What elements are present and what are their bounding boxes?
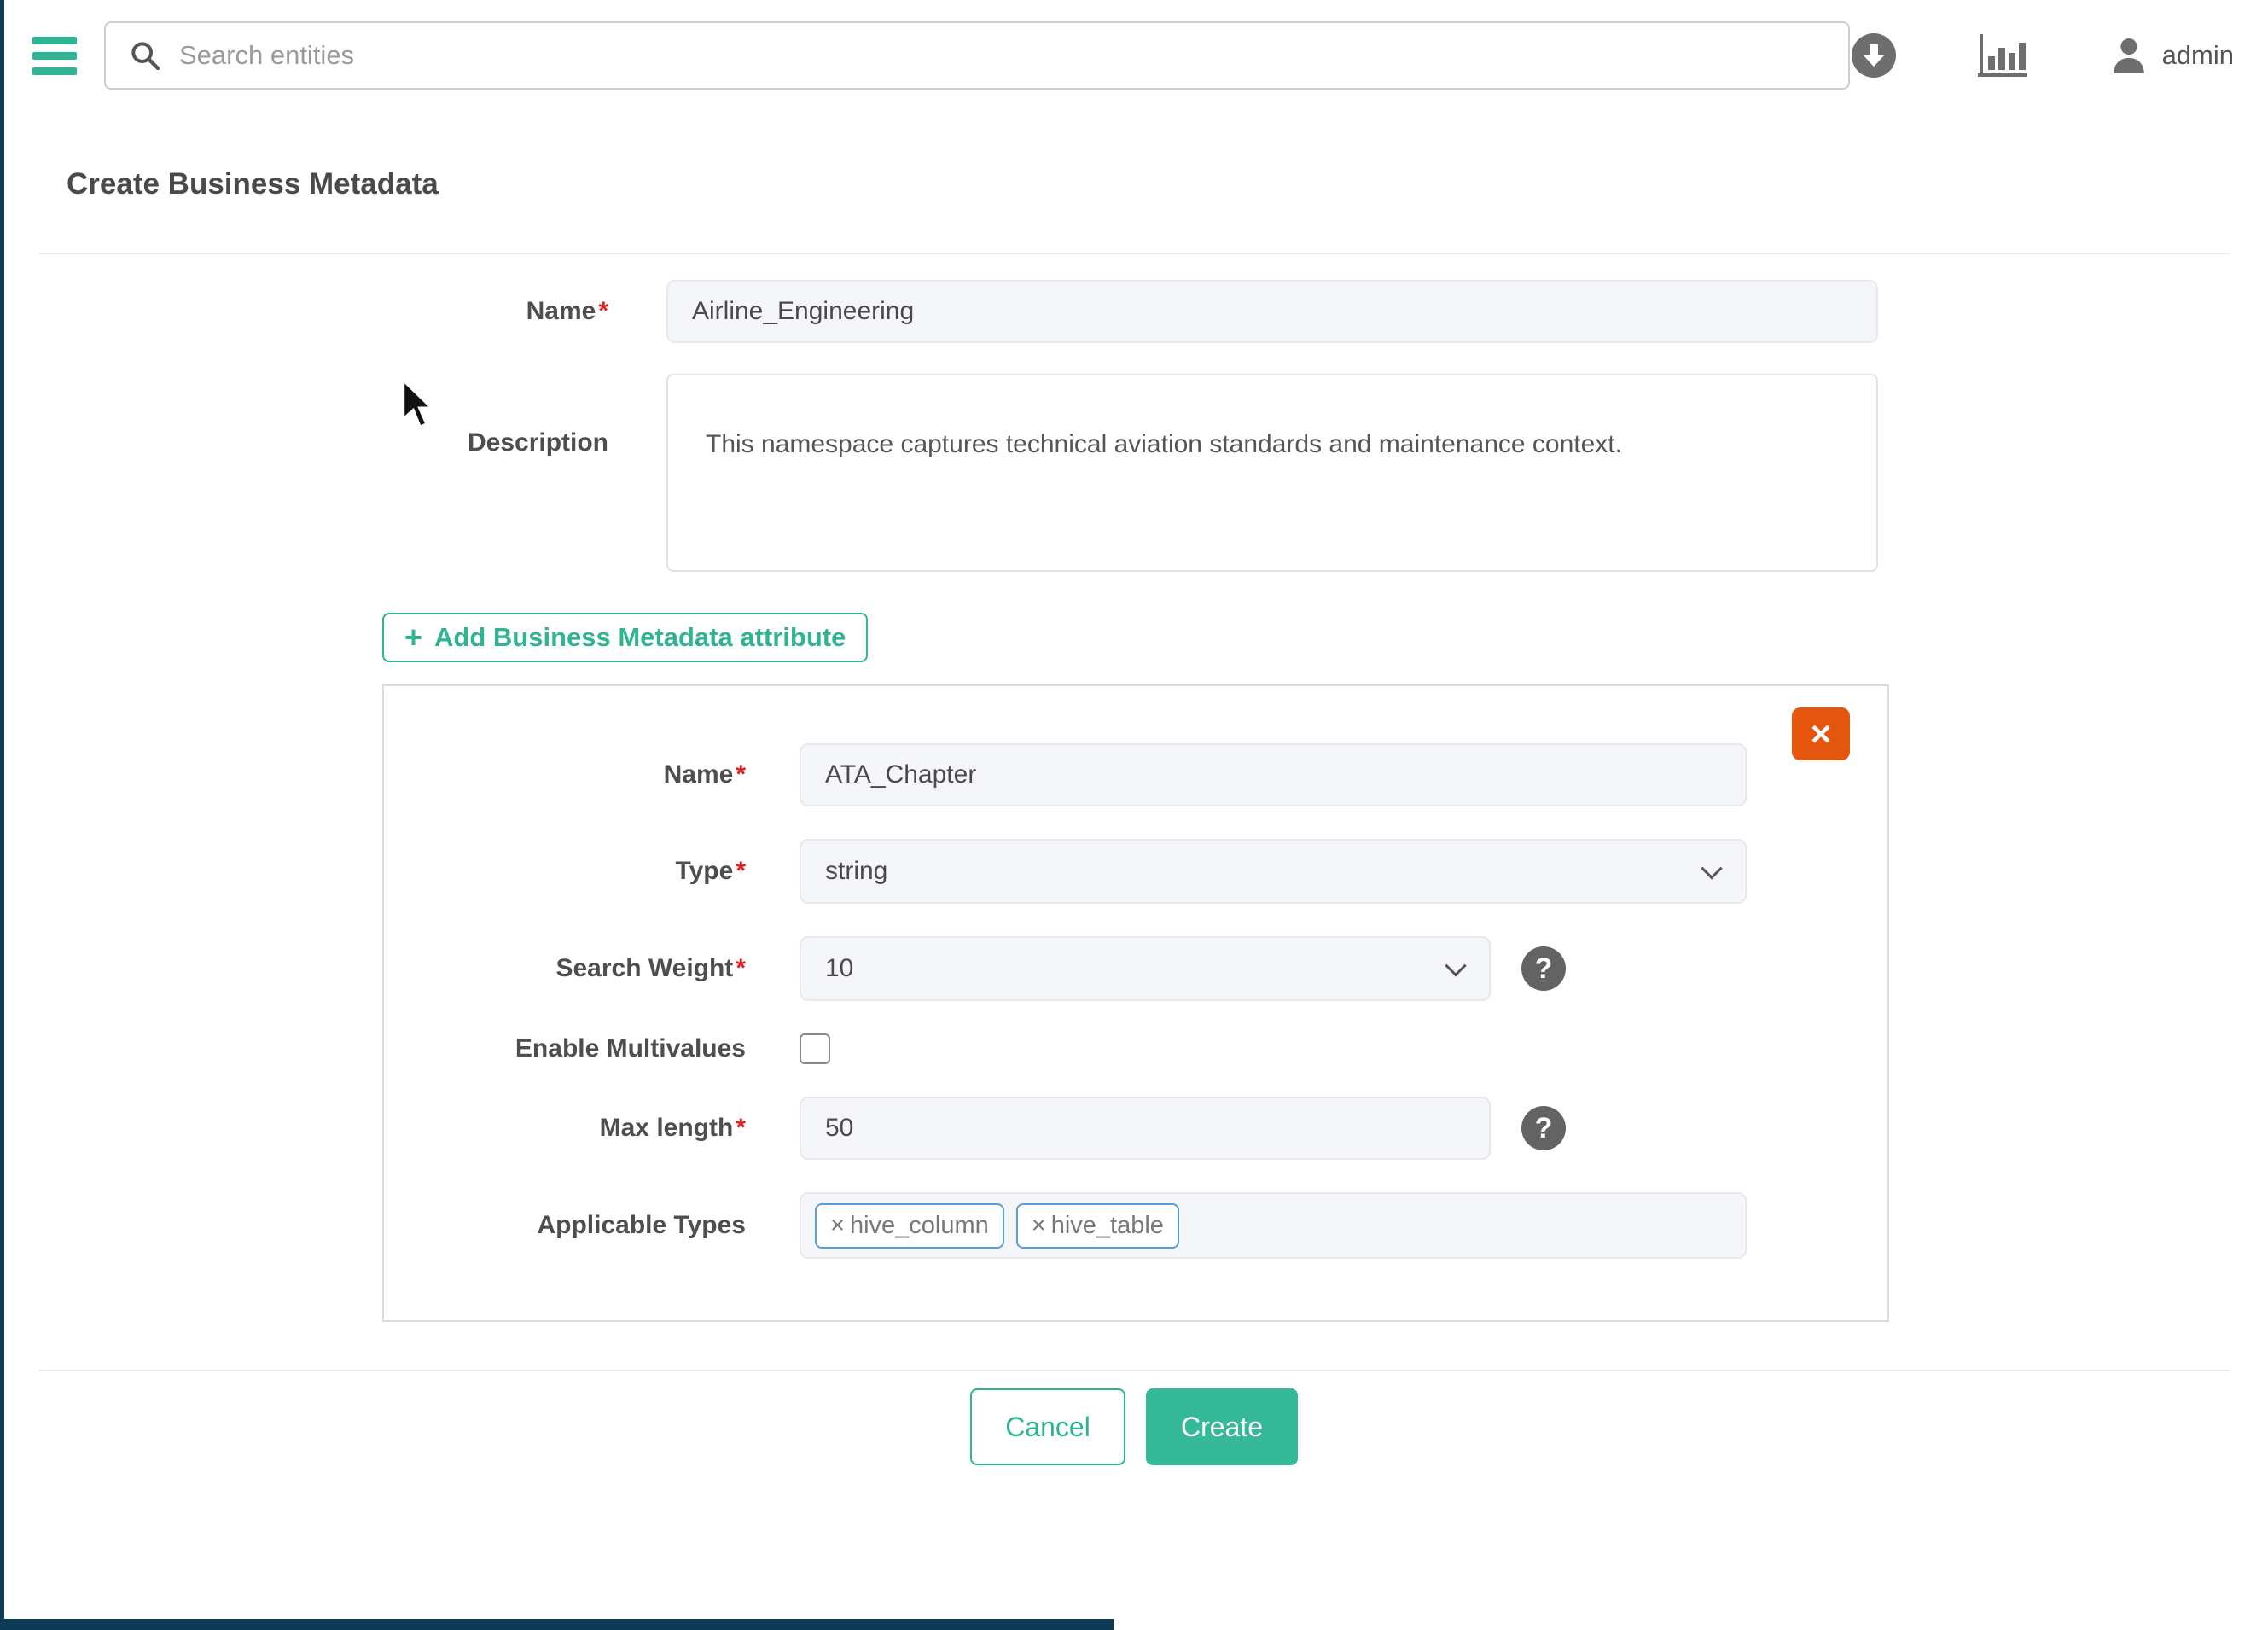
bar-chart-icon	[1976, 32, 2029, 79]
download-reports-button[interactable]	[1850, 32, 1898, 79]
entity-search-box[interactable]	[104, 21, 1850, 90]
applicable-type-chip: ×hive_table	[1016, 1203, 1179, 1249]
enable-multivalues-label: Enable Multivalues	[384, 1034, 746, 1063]
chip-label: hive_column	[850, 1212, 989, 1240]
add-attribute-label: Add Business Metadata attribute	[434, 622, 846, 653]
type-selected-value: string	[825, 857, 887, 886]
search-weight-select[interactable]: 10	[800, 936, 1491, 1001]
enable-multivalues-row: Enable Multivalues	[384, 1033, 1887, 1064]
cancel-button[interactable]: Cancel	[970, 1388, 1125, 1465]
form-actions: Cancel Create	[38, 1388, 2230, 1465]
max-length-help-icon[interactable]: ?	[1521, 1106, 1566, 1150]
search-weight-label: Search Weight*	[384, 954, 746, 983]
user-menu[interactable]: admin	[2108, 34, 2234, 77]
download-icon	[1850, 32, 1898, 79]
attribute-type-label: Type*	[384, 857, 746, 886]
attribute-name-row: Name*	[384, 743, 1887, 806]
title-divider	[38, 253, 2230, 254]
footer-divider	[38, 1370, 2230, 1371]
chip-remove-icon[interactable]: ×	[830, 1212, 845, 1240]
required-asterisk: *	[736, 1114, 746, 1142]
required-asterisk: *	[736, 954, 746, 982]
description-label: Description	[38, 428, 608, 457]
applicable-types-row: Applicable Types ×hive_column×hive_table	[384, 1192, 1887, 1259]
max-length-input[interactable]	[800, 1097, 1491, 1160]
applicable-types-label: Applicable Types	[384, 1211, 746, 1240]
chip-label: hive_table	[1051, 1212, 1164, 1240]
page-title: Create Business Metadata	[67, 167, 2230, 201]
sidebar-bottom-edge	[0, 1619, 1114, 1630]
chevron-down-icon	[1701, 858, 1722, 879]
name-input[interactable]	[666, 280, 1878, 343]
search-weight-row: Search Weight* 10 ?	[384, 936, 1887, 1001]
type-select[interactable]: string	[800, 839, 1747, 904]
remove-attribute-button[interactable]: ×	[1792, 707, 1850, 760]
attribute-name-input[interactable]	[800, 743, 1747, 806]
required-asterisk: *	[736, 857, 746, 885]
search-input[interactable]	[179, 40, 1826, 71]
max-length-label: Max length*	[384, 1114, 746, 1143]
name-label: Name*	[38, 297, 608, 326]
search-weight-help-icon[interactable]: ?	[1521, 946, 1566, 991]
attribute-panel: × Name* Type* string	[382, 684, 1889, 1322]
chip-remove-icon[interactable]: ×	[1032, 1212, 1046, 1240]
plus-icon: +	[404, 622, 422, 653]
create-button[interactable]: Create	[1146, 1388, 1298, 1465]
chevron-down-icon	[1445, 955, 1466, 976]
search-weight-selected-value: 10	[825, 954, 853, 983]
attribute-name-label: Name*	[384, 760, 746, 789]
required-asterisk: *	[736, 760, 746, 789]
user-icon	[2108, 34, 2150, 77]
description-row: Description This namespace captures tech…	[38, 374, 2230, 572]
attribute-type-row: Type* string	[384, 839, 1887, 904]
statistics-button[interactable]	[1976, 32, 2029, 79]
username-label: admin	[2162, 40, 2234, 71]
name-row: Name*	[38, 280, 2230, 343]
applicable-types-field[interactable]: ×hive_column×hive_table	[800, 1192, 1747, 1259]
search-icon	[128, 38, 162, 73]
hamburger-menu-icon[interactable]	[32, 37, 77, 75]
add-attribute-button[interactable]: + Add Business Metadata attribute	[382, 613, 868, 662]
enable-multivalues-checkbox[interactable]	[800, 1033, 830, 1064]
max-length-row: Max length* ?	[384, 1097, 1887, 1160]
required-asterisk: *	[598, 297, 608, 325]
description-textarea[interactable]: This namespace captures technical aviati…	[666, 374, 1878, 572]
applicable-type-chip: ×hive_column	[815, 1203, 1004, 1249]
top-bar: admin	[0, 0, 2268, 111]
create-business-metadata-form: Name* Description This namespace capture…	[38, 280, 2230, 1465]
